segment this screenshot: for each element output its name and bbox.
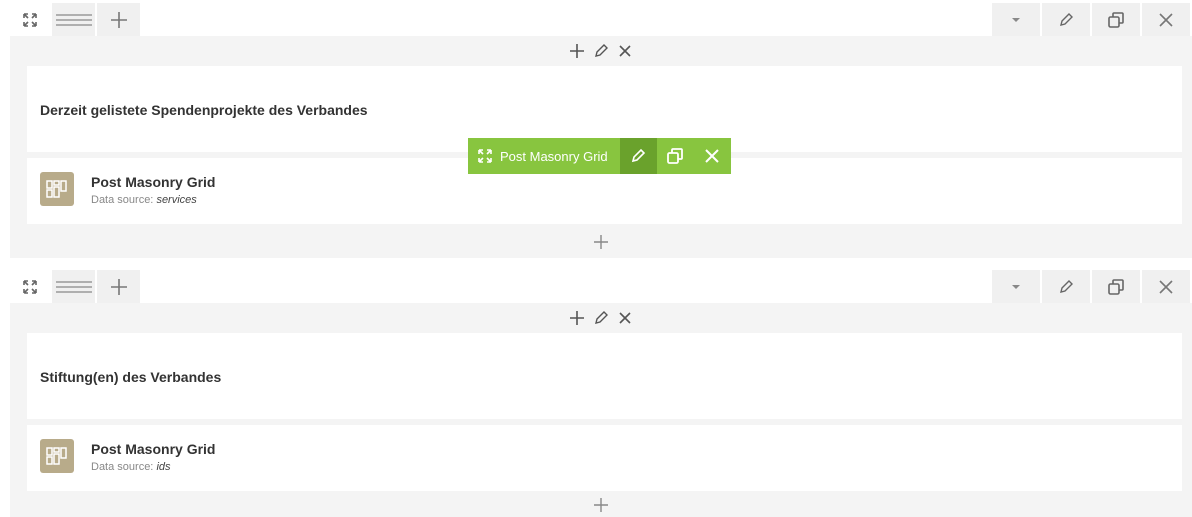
element-title: Post Masonry Grid [91,441,216,457]
chevron-down-icon [1012,284,1020,289]
text-heading: Derzeit gelistete Spendenprojekte des Ve… [40,102,368,118]
data-source-value: ids [156,461,171,473]
row-toolbar-left [10,3,142,36]
add-element-below-button[interactable] [10,491,1192,517]
delete-column-button[interactable] [615,307,635,329]
edit-element-button[interactable] [619,138,657,174]
delete-element-button[interactable] [694,138,731,174]
expand-icon [23,279,37,294]
row-toolbar [10,267,1192,305]
expand-icon [23,12,37,27]
close-icon [705,149,719,163]
add-column-button[interactable] [97,270,140,303]
expand-icon [478,149,492,163]
row-toolbar-right [992,3,1192,36]
data-source-value: services [156,194,197,206]
column-controls [10,303,1192,333]
add-icon [594,498,608,512]
row-drag-handle[interactable] [52,270,95,303]
row-2: Stiftung(en) des Verbandes Post Masonry … [10,267,1192,517]
add-icon [594,235,608,249]
add-element-below-button[interactable] [10,228,1192,256]
row-toolbar-right [992,270,1192,303]
add-icon [570,311,584,325]
row-resize-button[interactable] [10,270,50,303]
add-icon [570,44,584,58]
delete-column-button[interactable] [615,40,635,62]
row-resize-button[interactable] [10,3,50,36]
clone-icon [1108,11,1124,28]
row-drag-handle[interactable] [52,3,95,36]
delete-row-button[interactable] [1142,270,1190,303]
element-data-source: Data source: services [91,194,197,206]
text-heading: Stiftung(en) des Verbandes [40,369,222,385]
element-hover-toolbar: Post Masonry Grid [468,138,731,174]
edit-icon [1060,279,1073,293]
close-icon [619,45,631,57]
add-element-button[interactable] [567,40,587,62]
close-icon [1159,12,1173,27]
row-options-dropdown[interactable] [992,3,1040,36]
hover-toolbar-label: Post Masonry Grid [500,148,608,164]
close-icon [1159,279,1173,294]
post-masonry-grid-element[interactable]: Post Masonry Grid Data source: ids [27,425,1182,491]
drag-handle-icon [55,280,92,293]
row-1: Derzeit gelistete Spendenprojekte des Ve… [10,0,1192,258]
text-element[interactable]: Stiftung(en) des Verbandes [27,333,1182,419]
edit-icon [595,311,608,324]
edit-row-button[interactable] [1042,3,1090,36]
close-icon [619,312,631,324]
row-toolbar [10,0,1192,38]
data-source-label: Data source: [91,461,154,473]
edit-icon [595,44,608,57]
element-title: Post Masonry Grid [91,174,216,190]
clone-element-button[interactable] [657,138,694,174]
row-body: Stiftung(en) des Verbandes Post Masonry … [10,303,1192,517]
edit-icon [632,148,646,163]
chevron-down-icon [1012,17,1020,22]
column-controls [10,36,1192,66]
delete-row-button[interactable] [1142,3,1190,36]
edit-column-button[interactable] [591,40,611,62]
clone-row-button[interactable] [1092,3,1140,36]
clone-icon [667,148,684,164]
clone-icon [1108,278,1124,295]
grid-icon [40,172,74,206]
add-column-button[interactable] [97,3,140,36]
add-element-button[interactable] [567,307,587,329]
grid-icon [40,439,74,473]
clone-row-button[interactable] [1092,270,1140,303]
row-toolbar-left [10,270,142,303]
add-icon [110,278,127,295]
edit-row-button[interactable] [1042,270,1090,303]
drag-handle-icon [55,13,92,26]
element-move-handle[interactable]: Post Masonry Grid [468,138,620,174]
edit-icon [1060,12,1073,26]
row-options-dropdown[interactable] [992,270,1040,303]
edit-column-button[interactable] [591,307,611,329]
add-icon [110,11,127,28]
data-source-label: Data source: [91,194,154,206]
element-data-source: Data source: ids [91,461,171,473]
